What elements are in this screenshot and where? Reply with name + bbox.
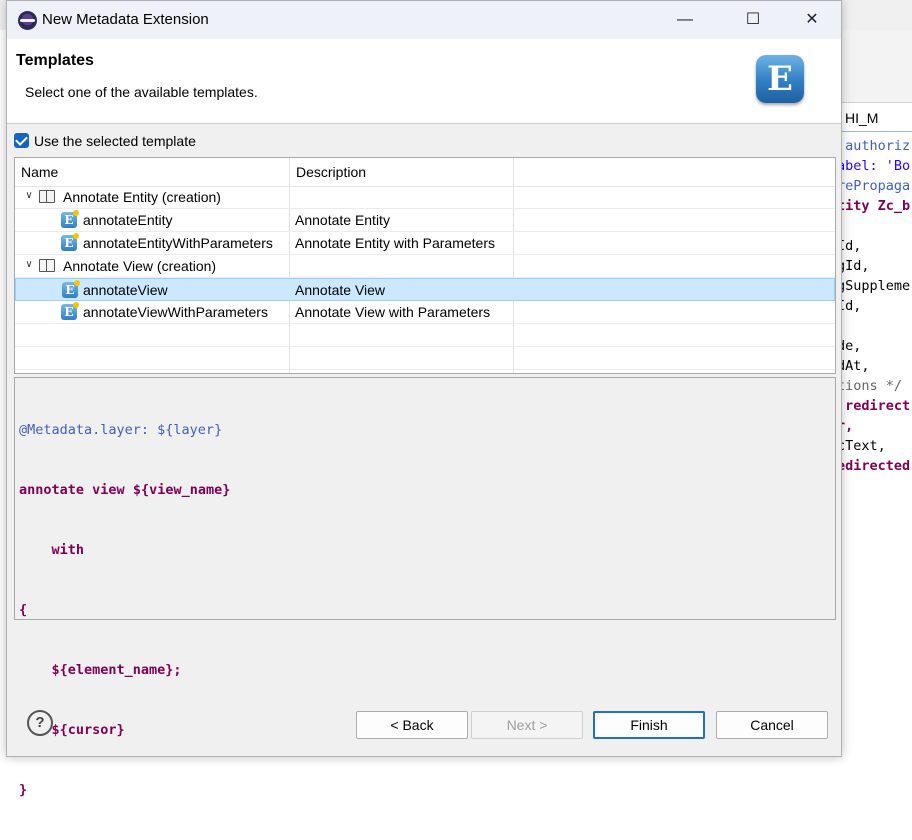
background-code-line: cText, [837, 438, 886, 454]
preview-brace: { [19, 602, 28, 618]
background-code-line: abel: 'Bo [837, 158, 911, 174]
column-header-description[interactable]: Description [296, 164, 366, 180]
book-icon [39, 190, 55, 203]
wizard-page-title: Templates [16, 52, 94, 69]
chevron-down-icon[interactable]: ∨ [23, 190, 35, 202]
background-code-line: .authoriz [837, 138, 911, 154]
template-preview[interactable]: @Metadata.layer: ${layer} annotate view … [14, 377, 836, 798]
preview-variable: ${view_name} [132, 482, 231, 498]
template-description: Annotate Entity [295, 212, 390, 228]
background-tab-underline [842, 131, 912, 132]
chevron-down-icon[interactable]: ∨ [23, 259, 35, 271]
preview-variable: ${element_name}; [51, 662, 182, 678]
background-code-line: de, [837, 338, 862, 354]
column-header-name[interactable]: Name [21, 164, 58, 180]
next-button[interactable]: Next > [471, 711, 583, 739]
background-tabstrip [842, 30, 912, 103]
dialog-titlebar: New Metadata Extension — ☐ ✕ [7, 1, 841, 39]
background-code-line: r, [837, 418, 854, 434]
tree-group-row[interactable]: ∨ Annotate View (creation) [15, 255, 835, 278]
background-code-line: Id, [837, 298, 862, 314]
template-row[interactable]: E annotateViewWithParameters Annotate Vi… [15, 301, 835, 324]
back-button[interactable]: < Back [356, 711, 468, 739]
group-label: Annotate View (creation) [63, 258, 217, 274]
preview-annotation: @Metadata.layer: ${layer} [19, 422, 223, 438]
wizard-page-description: Select one of the available templates. [25, 84, 258, 100]
template-name: annotateEntity [83, 212, 173, 228]
template-row-selected[interactable]: E annotateView Annotate View [15, 278, 835, 301]
close-button[interactable]: ✕ [797, 5, 827, 35]
wizard-header: Templates Select one of the available te… [7, 39, 841, 124]
background-code-line [837, 216, 912, 236]
template-description: Annotate View with Parameters [295, 304, 491, 320]
table-header: Name Description [15, 158, 835, 187]
use-template-checkbox[interactable] [14, 133, 29, 148]
maximize-button[interactable]: ☐ [738, 5, 768, 35]
preview-keyword: annotate view [19, 482, 125, 498]
template-icon: E [61, 302, 79, 320]
template-row[interactable]: E annotateEntity Annotate Entity [15, 209, 835, 232]
preview-keyword: with [51, 542, 85, 558]
cancel-button[interactable]: Cancel [716, 711, 828, 739]
template-icon: E [61, 233, 79, 251]
templates-table[interactable]: Name Description ∨ Annotate Entity (crea… [14, 157, 836, 374]
background-code-line: tity Zc_b [837, 198, 911, 214]
preview-variable: ${cursor} [51, 722, 125, 738]
background-code-line: gId, [837, 258, 870, 274]
preview-brace: } [19, 782, 28, 798]
template-icon: E [61, 210, 79, 228]
finish-button[interactable]: Finish [593, 711, 705, 739]
background-code: .authoriz abel: 'Bo rePropaga tity Zc_b Id, g… [837, 136, 912, 476]
background-editor-tab[interactable]: HI_M [845, 110, 878, 130]
dialog-title: New Metadata Extension [42, 11, 209, 28]
background-code-line: tions */ [837, 378, 903, 394]
minimize-button[interactable]: — [670, 5, 700, 35]
tree-group-row[interactable]: ∨ Annotate Entity (creation) [15, 186, 835, 209]
extension-logo-icon: E [756, 55, 804, 103]
book-icon [39, 259, 55, 272]
background-code-line: gSuppleme [837, 278, 911, 294]
use-template-label[interactable]: Use the selected template [34, 133, 196, 149]
template-description: Annotate Entity with Parameters [295, 235, 495, 251]
group-label: Annotate Entity (creation) [63, 189, 221, 205]
background-code-line: redirect [837, 398, 911, 414]
empty-row [15, 347, 835, 370]
template-name: annotateViewWithParameters [83, 304, 268, 320]
template-row[interactable]: E annotateEntityWithParameters Annotate … [15, 232, 835, 255]
eclipse-icon [18, 11, 37, 30]
template-name: annotateView [83, 282, 168, 298]
help-icon[interactable]: ? [27, 710, 53, 736]
background-code-line: rePropaga [837, 178, 911, 194]
background-code-line [837, 316, 912, 336]
template-icon: E [62, 280, 80, 298]
background-code-line: dAt, [837, 358, 870, 374]
empty-row [15, 324, 835, 347]
template-name: annotateEntityWithParameters [83, 235, 273, 251]
background-code-line: Id, [837, 238, 862, 254]
template-description: Annotate View [295, 282, 386, 298]
new-metadata-extension-dialog: New Metadata Extension — ☐ ✕ Templates S… [6, 0, 842, 798]
background-code-line: edirected [837, 458, 911, 474]
